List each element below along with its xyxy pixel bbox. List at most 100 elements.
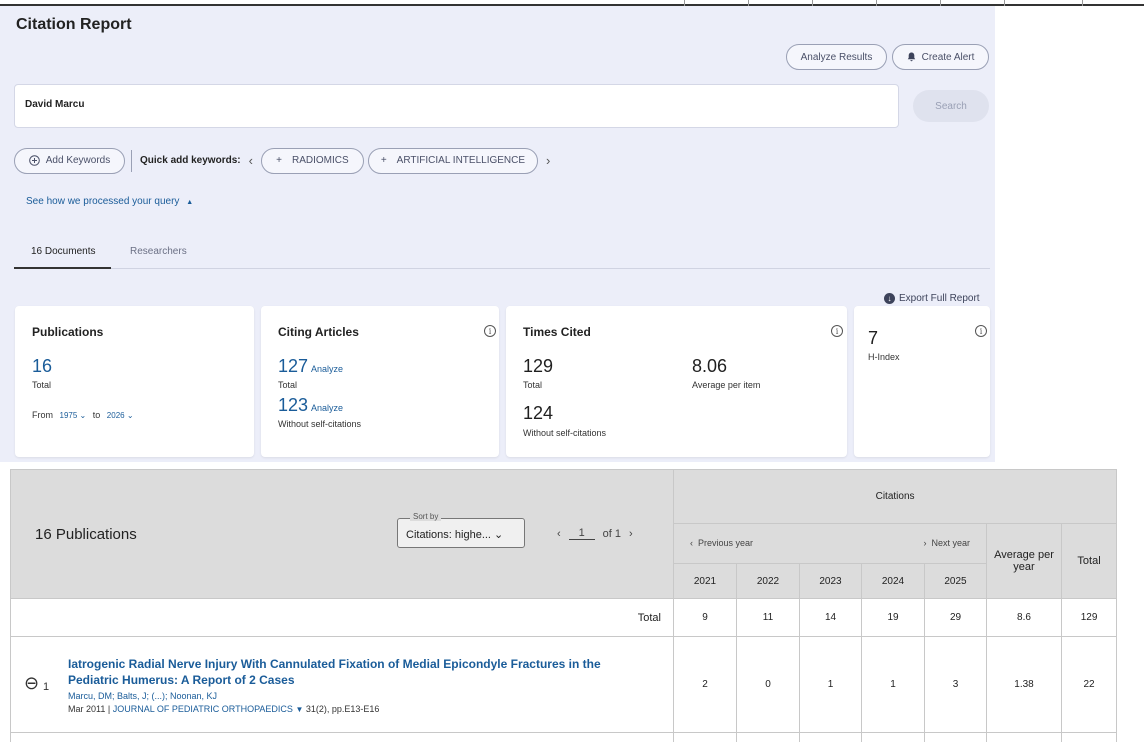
times-cited-card: Times Cited i 129 Total 8.06 Average per… bbox=[506, 306, 847, 457]
citation-count-link[interactable]: 2 bbox=[673, 636, 737, 733]
info-icon[interactable]: i bbox=[975, 325, 987, 337]
keywords-row: Add Keywords Quick add keywords: ‹ + RAD… bbox=[14, 147, 558, 174]
sort-select[interactable]: Sort by Citations: highe... ⌄ bbox=[397, 512, 525, 548]
previous-year-button[interactable]: ‹ Previous year bbox=[690, 538, 753, 548]
publications-header-cell: 16 Publications Sort by Citations: highe… bbox=[10, 469, 674, 599]
search-input[interactable]: David Marcu bbox=[14, 84, 899, 128]
page-title: Citation Report bbox=[16, 16, 132, 33]
total-citations-link[interactable]: 22 bbox=[1060, 636, 1118, 733]
average-per-item-label: Average per item bbox=[692, 380, 761, 390]
previous-year-label: Previous year bbox=[698, 538, 754, 548]
caret-up-icon: ▲ bbox=[186, 199, 194, 206]
total-cell: 19 bbox=[861, 598, 925, 637]
next-year-button[interactable]: › Next year bbox=[923, 538, 970, 548]
article-meta: Mar 2011 | JOURNAL OF PEDIATRIC ORTHOPAE… bbox=[68, 704, 633, 714]
sort-by-label: Sort by bbox=[410, 512, 442, 521]
journal-link[interactable]: JOURNAL OF PEDIATRIC ORTHOPAEDICS bbox=[113, 704, 293, 714]
citing-without-label: Without self-citations bbox=[278, 419, 362, 429]
citing-total-value: 127 bbox=[278, 356, 309, 376]
create-alert-button[interactable]: Create Alert bbox=[892, 44, 989, 70]
citation-count-link[interactable]: 1 bbox=[799, 636, 862, 733]
total-cell: 29 bbox=[924, 598, 987, 637]
add-keywords-button[interactable]: Add Keywords bbox=[14, 147, 125, 174]
keywords-divider bbox=[131, 149, 132, 172]
year-navigation: ‹ Previous year › Next year bbox=[673, 523, 987, 564]
sort-value-text: Citations: highe... bbox=[406, 529, 491, 541]
quick-add-label: Quick add keywords: bbox=[140, 155, 241, 166]
article-cell: ⊖ 1 Iatrogenic Radial Nerve Injury With … bbox=[10, 636, 674, 733]
plus-circle-icon bbox=[28, 155, 40, 166]
analyze-without-link[interactable]: Analyze bbox=[311, 403, 343, 413]
plus-icon: + bbox=[276, 155, 283, 166]
year-header: 2022 bbox=[736, 563, 800, 599]
total-cell: 11 bbox=[736, 598, 800, 637]
to-year-select[interactable]: 2026 ⌄ bbox=[107, 411, 134, 420]
create-alert-label: Create Alert bbox=[921, 51, 975, 63]
citation-count-link[interactable]: 3 bbox=[924, 636, 987, 733]
times-cited-total-label: Total bbox=[523, 380, 543, 390]
total-cell: 14 bbox=[799, 598, 862, 637]
total-cell: 8.6 bbox=[986, 598, 1062, 637]
next-page-icon[interactable]: › bbox=[629, 528, 633, 540]
publications-count: 16 bbox=[32, 356, 53, 376]
citations-header: Citations bbox=[672, 469, 1118, 524]
analyze-results-button[interactable]: Analyze Results bbox=[786, 44, 887, 70]
totals-row: Total 9 11 14 19 29 8.6 129 bbox=[10, 598, 1118, 637]
citing-total-row: 127 Analyze bbox=[278, 356, 343, 377]
collapse-icon[interactable]: ⊖ bbox=[24, 673, 39, 694]
table-row: ⊖ 1 Iatrogenic Radial Nerve Injury With … bbox=[10, 636, 1118, 733]
publications-card: Publications 16 Total From 1975 ⌄ to 202… bbox=[15, 306, 254, 457]
total-header: Total bbox=[1060, 523, 1118, 599]
keyword-chip-artificial-intelligence[interactable]: + ARTIFICIAL INTELLIGENCE bbox=[367, 147, 538, 174]
from-label: From bbox=[32, 410, 53, 420]
info-icon[interactable]: i bbox=[484, 325, 496, 337]
caret-down-icon[interactable]: ▼ bbox=[295, 705, 303, 714]
from-year-value: 1975 bbox=[59, 411, 78, 420]
chevron-right-icon[interactable]: › bbox=[546, 153, 550, 168]
citation-count: 0 bbox=[736, 636, 800, 733]
tab-documents[interactable]: 16 Documents bbox=[31, 246, 95, 257]
to-label: to bbox=[92, 410, 101, 420]
search-button[interactable]: Search bbox=[913, 90, 989, 122]
article-date: Mar 2011 | bbox=[68, 703, 111, 714]
total-cell: 9 bbox=[673, 598, 737, 637]
article-title-link[interactable]: Iatrogenic Radial Nerve Injury With Cann… bbox=[68, 656, 633, 688]
average-per-year-value: 1.38 bbox=[986, 636, 1062, 733]
prev-page-icon[interactable]: ‹ bbox=[557, 528, 561, 540]
publications-count-label: 16 Publications bbox=[35, 525, 137, 543]
total-cell: 129 bbox=[1060, 598, 1118, 637]
keyword-chip-label: RADIOMICS bbox=[292, 155, 349, 166]
processed-query-label: See how we processed your query bbox=[26, 196, 180, 207]
h-index-value: 7 bbox=[868, 328, 879, 348]
bell-icon bbox=[907, 52, 915, 62]
year-header: 2021 bbox=[673, 563, 737, 599]
citation-count-link[interactable]: 1 bbox=[861, 636, 925, 733]
article-details: Iatrogenic Radial Nerve Injury With Cann… bbox=[68, 656, 633, 714]
year-header: 2024 bbox=[861, 563, 925, 599]
times-cited-title: Times Cited bbox=[523, 325, 591, 339]
tab-researchers[interactable]: Researchers bbox=[130, 246, 187, 257]
article-authors[interactable]: Marcu, DM; Balts, J; (...); Noonan, KJ bbox=[68, 691, 633, 701]
publications-table: 16 Publications Sort by Citations: highe… bbox=[10, 469, 1118, 742]
export-full-report-button[interactable]: ↓ Export Full Report bbox=[884, 293, 980, 304]
keyword-chip-radiomics[interactable]: + RADIOMICS bbox=[260, 147, 364, 174]
chevron-left-icon[interactable]: ‹ bbox=[249, 153, 253, 168]
article-pages: 31(2), pp.E13-E16 bbox=[305, 703, 380, 714]
table-row bbox=[10, 732, 1118, 742]
keyword-chip-label: ARTIFICIAL INTELLIGENCE bbox=[396, 155, 526, 166]
info-icon[interactable]: i bbox=[831, 325, 843, 337]
average-per-year-header: Average per year bbox=[986, 523, 1062, 599]
average-per-item: 8.06 bbox=[692, 356, 728, 376]
publications-total-label: Total bbox=[32, 380, 52, 390]
h-index-card: 7 i H-Index bbox=[854, 306, 990, 457]
year-header: 2025 bbox=[924, 563, 987, 599]
active-tab-indicator bbox=[14, 267, 111, 269]
times-cited-total: 129 bbox=[523, 356, 554, 376]
page-of-label: of 1 bbox=[602, 527, 622, 540]
pagination: ‹ 1 of 1 › bbox=[557, 527, 633, 540]
publications-title: Publications bbox=[32, 325, 104, 339]
page-number-input[interactable]: 1 bbox=[568, 527, 595, 540]
processed-query-link[interactable]: See how we processed your query ▲ bbox=[26, 196, 193, 207]
from-year-select[interactable]: 1975 ⌄ bbox=[60, 411, 87, 420]
analyze-citing-link[interactable]: Analyze bbox=[311, 364, 343, 374]
